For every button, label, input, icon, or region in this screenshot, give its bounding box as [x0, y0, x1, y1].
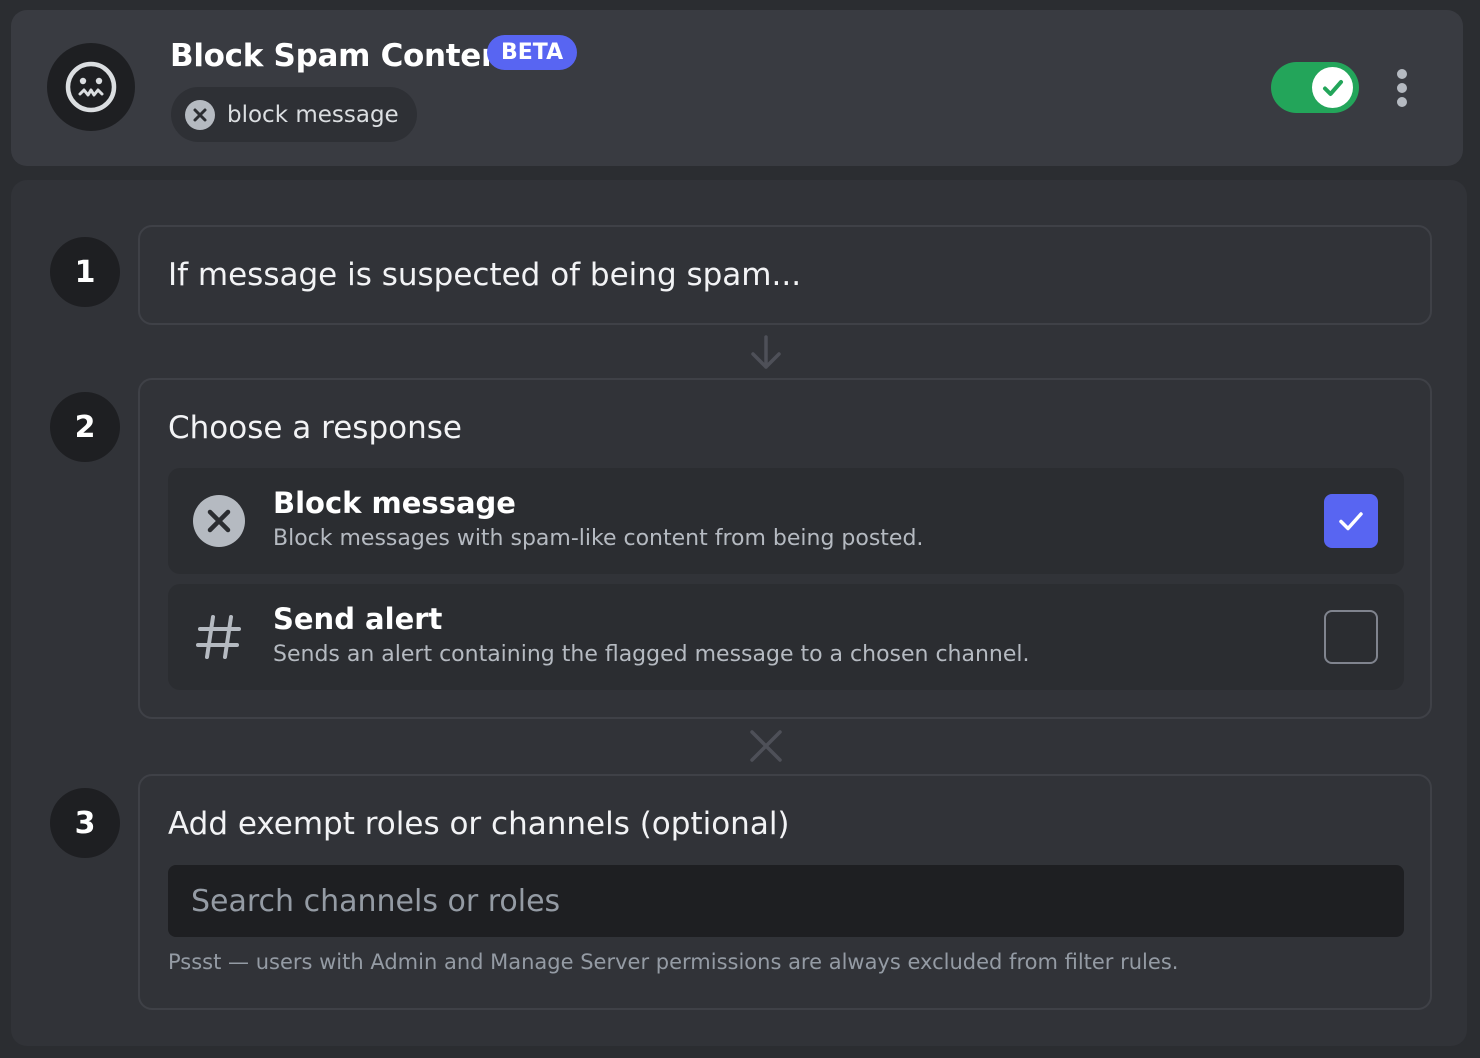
block-message-checkbox[interactable] [1324, 494, 1378, 548]
step-number-1: 1 [50, 237, 120, 307]
step-number-3: 3 [50, 788, 120, 858]
check-icon [1322, 79, 1343, 96]
more-options-icon[interactable] [1391, 67, 1413, 109]
search-channels-roles-input[interactable] [168, 865, 1404, 937]
check-icon [1339, 512, 1363, 531]
exempt-hint: Pssst — users with Admin and Manage Serv… [168, 950, 1179, 974]
response-option-send-alert[interactable]: Send alert Sends an alert containing the… [168, 584, 1404, 690]
hashtag-icon [192, 610, 246, 664]
trigger-text: If message is suspected of being spam... [168, 257, 802, 293]
x-circle-icon [192, 494, 246, 548]
response-option-block-message[interactable]: Block message Block messages with spam-l… [168, 468, 1404, 574]
exempt-heading: Add exempt roles or channels (optional) [168, 806, 790, 842]
action-chip-label: block message [227, 101, 399, 128]
exempt-step: Add exempt roles or channels (optional) … [138, 774, 1432, 1010]
grimace-face-icon [65, 61, 117, 113]
rule-enabled-toggle[interactable] [1271, 62, 1359, 113]
step-number-2: 2 [50, 392, 120, 462]
response-step: Choose a response Block message Block me… [138, 378, 1432, 719]
rule-avatar [47, 43, 135, 131]
beta-badge: BETA [487, 35, 578, 70]
response-heading: Choose a response [168, 410, 462, 446]
rule-title: Block Spam Content [170, 38, 518, 74]
option-description: Block messages with spam-like content fr… [273, 526, 924, 551]
toggle-knob [1312, 67, 1353, 108]
x-circle-icon [185, 99, 215, 130]
rule-header: Block Spam Content BETA block message [11, 10, 1463, 166]
action-chip: block message [171, 87, 417, 142]
arrow-down-icon [742, 328, 790, 376]
trigger-step: If message is suspected of being spam... [138, 225, 1432, 325]
option-description: Sends an alert containing the flagged me… [273, 642, 1030, 667]
cross-icon [742, 722, 790, 770]
option-title: Send alert [273, 602, 443, 636]
send-alert-checkbox[interactable] [1324, 610, 1378, 664]
option-title: Block message [273, 486, 516, 520]
